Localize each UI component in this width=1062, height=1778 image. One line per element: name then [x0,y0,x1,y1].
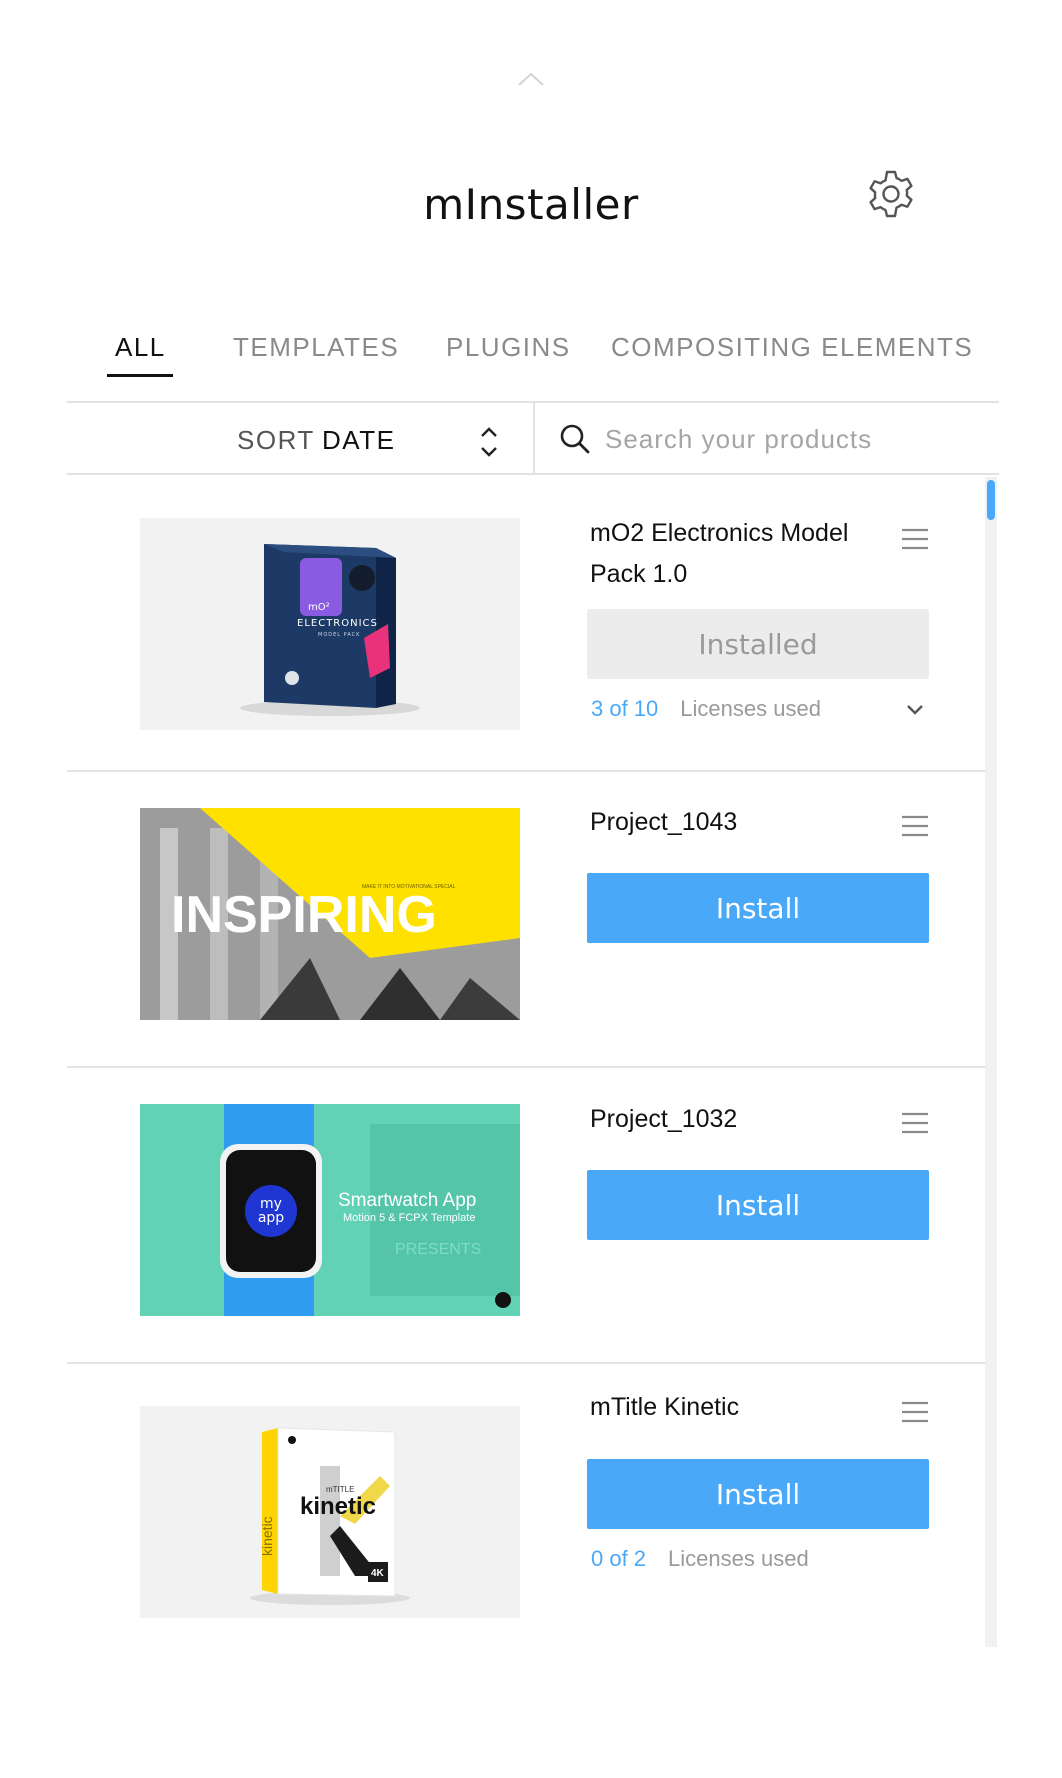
hamburger-menu-icon[interactable] [901,1401,929,1423]
product-thumbnail: PRESENTS my app Smartwatch App Motion 5 … [140,1104,520,1316]
thumb-brand: mO² [308,602,330,613]
chevron-up-icon [518,72,544,86]
product-card: INSPIRING MAKE IT INTO MOTIVATIONAL SPEC… [67,772,987,1068]
product-card: mO² ELECTRONICS MODEL PACK mO2 Electroni… [67,477,987,772]
product-list: mO² ELECTRONICS MODEL PACK mO2 Electroni… [67,477,987,1647]
hamburger-menu-icon[interactable] [901,1112,929,1134]
smartwatch-art: PRESENTS my app Smartwatch App Motion 5 … [140,1104,520,1316]
gear-icon[interactable] [865,168,917,220]
license-count[interactable]: 3 of 10 [591,696,658,721]
inspiring-art: INSPIRING MAKE IT INTO MOTIVATIONAL SPEC… [140,808,520,1020]
tab-templates[interactable]: TEMPLATES [233,332,399,363]
thumb-headline: Smartwatch App [338,1190,476,1211]
product-card: PRESENTS my app Smartwatch App Motion 5 … [67,1068,987,1364]
tab-plugins[interactable]: PLUGINS [446,332,571,363]
thumb-sub: MODEL PACK [318,632,360,638]
toolbar: SORT DATE [67,401,999,475]
thumb-watch-text-2: app [258,1210,284,1226]
search-icon [560,424,590,454]
install-button[interactable]: Install [587,1170,929,1240]
kinetic-box-art: kinetic mTITLE kinetic 4K [250,1427,410,1605]
active-tab-indicator [107,374,173,377]
hamburger-menu-icon[interactable] [901,528,929,550]
thumb-spine: kinetic [259,1516,275,1556]
thumb-tagline: MAKE IT INTO MOTIVATIONAL SPECIAL [362,884,456,890]
product-thumbnail: INSPIRING MAKE IT INTO MOTIVATIONAL SPEC… [140,808,520,1020]
product-title: mO2 Electronics Model Pack 1.0 [590,519,849,588]
chevron-down-icon[interactable] [905,703,925,717]
scrollbar-thumb[interactable] [987,480,995,520]
sort-control[interactable]: SORT DATE [67,403,535,475]
product-card: kinetic mTITLE kinetic 4K mTitle Kinetic… [67,1364,987,1647]
install-button[interactable]: Install [587,1459,929,1529]
thumb-name: ELECTRONICS [297,618,378,629]
product-title: mTitle Kinetic [590,1393,740,1421]
thumb-name: kinetic [300,1493,376,1520]
category-tabs: ALL TEMPLATES PLUGINS COMPOSITING ELEMEN… [67,320,999,380]
scrollbar-track[interactable] [985,477,997,1647]
installed-button[interactable]: Installed [587,609,929,679]
license-count[interactable]: 0 of 2 [591,1546,646,1571]
product-title: Project_1032 [590,1105,738,1133]
thumb-badge: 4K [371,1568,385,1579]
install-button[interactable]: Install [587,873,929,943]
search-input[interactable] [605,417,985,461]
tab-all[interactable]: ALL [115,332,166,363]
product-thumbnail: mO² ELECTRONICS MODEL PACK [140,518,520,730]
license-usage: 0 of 2 Licenses used [591,1546,809,1572]
tab-compositing-elements[interactable]: COMPOSITING ELEMENTS [611,332,973,363]
thumb-subline: Motion 5 & FCPX Template [343,1212,475,1224]
electronics-box-art: mO² ELECTRONICS MODEL PACK [240,544,420,716]
sort-chevrons-icon[interactable] [477,425,501,459]
product-title: Project_1043 [590,808,738,836]
license-label: Licenses used [668,1546,809,1571]
sort-value[interactable]: DATE [322,425,395,456]
thumb-headline: INSPIRING [171,886,437,944]
license-label: Licenses used [680,696,821,721]
sort-label: SORT [237,425,315,455]
product-thumbnail: kinetic mTITLE kinetic 4K [140,1406,520,1618]
thumb-bg-word: PRESENTS [395,1241,481,1258]
hamburger-menu-icon[interactable] [901,815,929,837]
license-usage: 3 of 10 Licenses used [591,696,821,722]
